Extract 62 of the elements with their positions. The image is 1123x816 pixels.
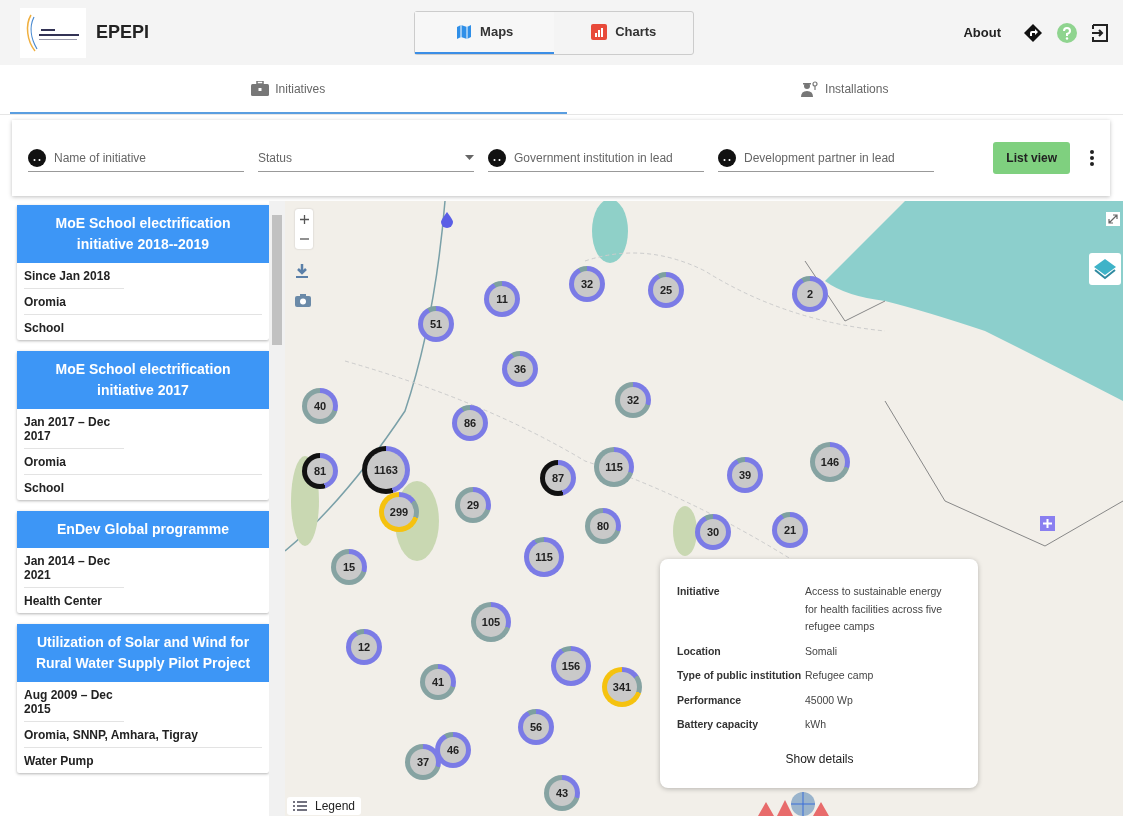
initiative-detail: Oromia [24,289,262,315]
initiative-title: MoE School electrification initiative 2017 [17,351,269,409]
plus-marker-icon[interactable] [1040,516,1055,531]
popup-label: Battery capacity [677,717,760,732]
popup-value: Somali [805,643,839,659]
popup-value: Access to sustainable energy for health facilities across five refugee camps [805,584,944,634]
layers-button[interactable] [1089,253,1121,285]
caret-icon [465,155,474,160]
plus-icon [299,214,309,224]
droplet-icon[interactable] [441,212,453,228]
camera-icon[interactable] [295,293,311,307]
avatar-icon [488,148,506,167]
popup-label: Location [677,643,722,659]
initiative-title: EnDev Global programme [17,511,269,548]
section-tab[interactable]: Installations [566,65,1123,114]
about-link[interactable]: About [963,25,1001,40]
popup-label: Type of public institution [677,668,803,683]
popup-label: Performance [677,692,743,708]
initiative-detail: Jan 2014 – Dec 2021 [24,548,124,588]
minus-icon [299,238,309,240]
status-dropdown[interactable]: Status [258,150,457,165]
list-icon [293,801,307,811]
popup-value: kWh [805,717,827,732]
filter-field[interactable]: Government institution in lead [514,150,704,165]
initiative-detail: Oromia, SNNP, Amhara, Tigray [24,722,262,748]
initiative-detail: Health Center [24,593,104,610]
more-icon[interactable] [1090,150,1094,166]
initiative-detail: Aug 2009 – Dec 2015 [24,682,124,722]
avatar-icon [718,148,736,167]
directions-icon[interactable] [1023,22,1043,43]
avatar-icon [28,148,46,167]
map-icon [456,23,473,40]
filter-field[interactable]: Name of initiative [54,150,244,165]
initiative-detail: School [24,480,65,497]
initiative-title: MoE School electrification initiative 2018--2019 [17,205,269,263]
initiative-card[interactable]: MoE School electrification initiative 2018--2019 Since Jan 2018 Oromia School [17,205,269,340]
briefcase-icon [251,81,270,96]
initiative-detail: Jan 2017 – Dec 2017 [24,409,124,449]
initiative-detail: Water Pump [24,753,95,770]
popup-value: Refugee camp [805,668,875,683]
initiative-card[interactable]: MoE School electrification initiative 2017 Jan 2017 – Dec 2017 Oromia School [17,351,269,500]
initiative-detail: Since Jan 2018 [24,263,124,289]
worker-icon [801,80,820,97]
bar-chart-icon [591,23,608,40]
legend-button[interactable]: Legend [287,797,362,815]
initiative-card[interactable]: Utilization of Solar and Wind for Rural Water Supply Pilot Project Aug 2009 – Dec 2015 Oromia, SNNP, Amhara, Tigray Water Pump [17,624,269,773]
popup-value: 45000 Wp [805,692,854,708]
popup-label: Initiative [677,584,721,599]
nav-tab[interactable]: Maps [415,11,555,54]
list-view-button[interactable]: List view [993,142,1070,174]
logout-icon[interactable] [1091,23,1109,42]
app-title: EPEPI [96,22,150,43]
show-details-button[interactable]: Show details [777,747,862,770]
filter-field[interactable]: Development partner in lead [744,150,934,165]
nav-tab[interactable]: Charts [554,11,694,54]
initiative-title: Utilization of Solar and Wind for Rural Water Supply Pilot Project [17,624,269,682]
scrollbar[interactable] [269,201,285,816]
download-icon[interactable] [294,263,310,279]
initiative-card[interactable]: EnDev Global programme Jan 2014 – Dec 2021 Health Center [17,511,269,613]
fullscreen-icon[interactable] [1106,212,1120,226]
initiative-detail: Oromia [24,449,262,475]
initiative-detail: School [24,320,65,337]
